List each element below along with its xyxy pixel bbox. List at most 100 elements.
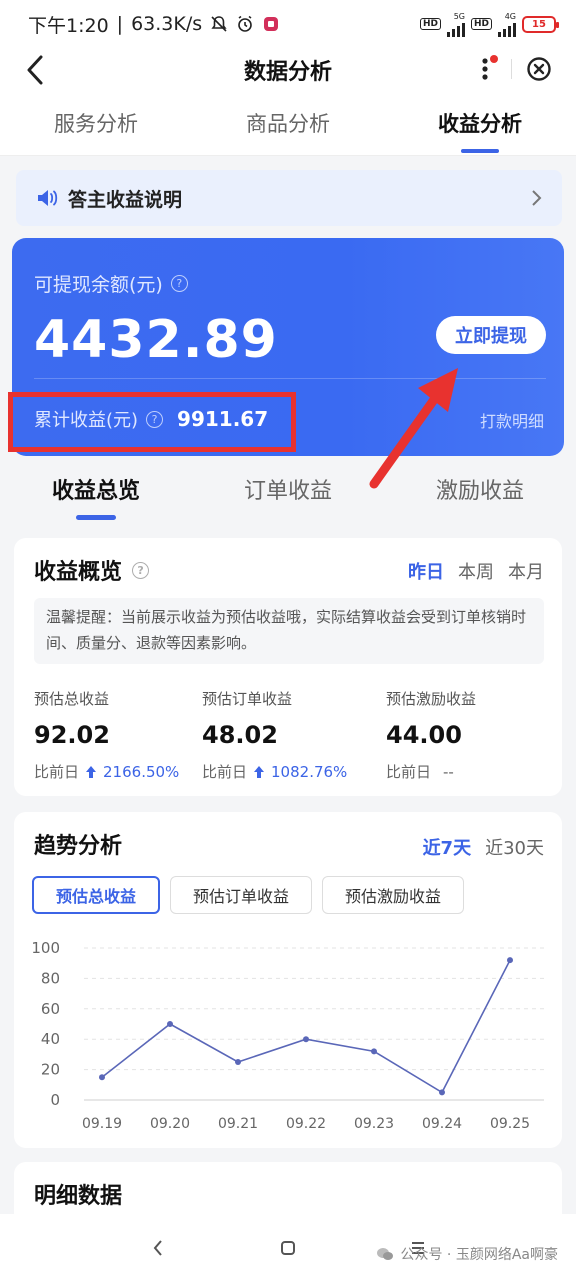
signal-bars-icon-2 — [498, 21, 516, 37]
withdraw-button[interactable]: 立即提现 — [436, 316, 546, 354]
back-button[interactable] — [20, 52, 50, 88]
miniapp-capsule — [464, 50, 560, 88]
revenue-notice-banner[interactable]: 答主收益说明 — [16, 170, 562, 226]
status-bar: 下午1:20 | 63.3K/s HD 5G HD 4G 15 — [0, 0, 576, 48]
tab-service-analysis[interactable]: 服务分析 — [0, 92, 192, 155]
main-tabs: 服务分析 商品分析 收益分析 — [0, 92, 576, 156]
metric-order-revenue[interactable]: 预估订单收益 — [170, 876, 313, 914]
compare-change: 1082.76% — [271, 762, 348, 781]
payment-detail-link[interactable]: 打款明细 — [480, 408, 544, 432]
top-nav: 数据分析 — [0, 48, 576, 92]
overview-title: 收益概览 — [34, 560, 123, 585]
stat-order: 预估订单收益 48.02 比前日 1082.76% — [202, 688, 347, 782]
period-7-days[interactable]: 近7天 — [423, 834, 472, 860]
y-tick-label: 40 — [41, 1030, 60, 1048]
close-circle-icon — [527, 57, 551, 81]
revenue-overview-card: 收益概览 ? 昨日 本周 本月 温馨提醒：当前展示收益为预估收益哦，实际结算收益… — [14, 538, 562, 796]
stat-value: 44.00 — [386, 721, 462, 749]
tab-product-analysis[interactable]: 商品分析 — [192, 92, 384, 155]
metric-total-revenue[interactable]: 预估总收益 — [32, 876, 161, 914]
balance-label: 可提现余额(元) — [34, 274, 163, 296]
metric-incentive-revenue[interactable]: 预估激励收益 — [322, 876, 465, 914]
trend-chart: 0 20 40 60 80 100 09.19 09.20 09.21 09.22 09.23 09.… — [14, 930, 562, 1144]
compare-label: 比前日 — [34, 763, 80, 781]
data-point — [303, 1036, 309, 1043]
hd-badge-2: HD — [470, 18, 492, 30]
tab-revenue-analysis[interactable]: 收益分析 — [384, 92, 576, 155]
arrow-up-icon — [254, 765, 265, 778]
nav-home-icon — [281, 1241, 295, 1255]
stat-value: 92.02 — [34, 721, 110, 749]
compare-change: -- — [443, 762, 454, 781]
chevron-right-icon — [532, 190, 542, 206]
status-net-speed: 63.3K/s — [131, 13, 203, 35]
stat-total: 预估总收益 92.02 比前日 2166.50% — [34, 688, 179, 782]
y-tick-label: 80 — [41, 969, 60, 987]
close-button[interactable] — [524, 54, 554, 84]
nav-home-button[interactable] — [274, 1234, 302, 1262]
status-separator: | — [116, 13, 124, 35]
red-dot-badge — [489, 55, 498, 63]
mute-bell-icon — [210, 15, 228, 33]
x-tick-label: 09.23 — [354, 1116, 394, 1132]
overview-stats: 预估总收益 92.02 比前日 2166.50% 预估订单收益 48.02 比前… — [34, 688, 544, 788]
x-tick-label: 09.22 — [286, 1116, 326, 1132]
compare-label: 比前日 — [386, 763, 432, 781]
tab-revenue-overview[interactable]: 收益总览 — [0, 462, 192, 526]
x-tick-label: 09.24 — [422, 1116, 462, 1132]
app-notification-icon — [262, 15, 280, 33]
signal-4g: 4G — [498, 12, 516, 37]
data-point — [439, 1089, 445, 1096]
tab-order-revenue[interactable]: 订单收益 — [192, 462, 384, 526]
battery-level: 15 — [532, 18, 546, 30]
trend-header: 趋势分析 — [34, 828, 122, 860]
x-tick-label: 09.21 — [218, 1116, 258, 1132]
x-tick-label: 09.20 — [150, 1116, 190, 1132]
status-time: 下午1:20 — [28, 14, 109, 37]
hd-badge: HD — [419, 18, 441, 30]
nav-back-button[interactable] — [144, 1234, 172, 1262]
y-tick-label: 0 — [50, 1091, 60, 1109]
overview-period-selector: 昨日 本周 本月 — [408, 558, 544, 584]
trend-line-chart: 0 20 40 60 80 100 09.19 09.20 09.21 09.22 09.23 09.… — [31, 939, 544, 1132]
stat-compare: 比前日 2166.50% — [34, 761, 179, 782]
stat-label: 预估总收益 — [34, 690, 110, 708]
alarm-icon — [236, 15, 254, 33]
detail-header: 明细数据 — [34, 1178, 122, 1210]
stat-compare: 比前日 1082.76% — [202, 761, 347, 782]
y-tick-label: 100 — [31, 939, 60, 957]
period-this-week[interactable]: 本周 — [458, 558, 494, 584]
more-options-button[interactable] — [470, 54, 500, 84]
data-point — [99, 1074, 105, 1081]
network-4g-label: 4G — [504, 11, 516, 21]
capsule-divider — [511, 59, 513, 79]
data-point — [371, 1048, 377, 1055]
tab-incentive-revenue[interactable]: 激励收益 — [384, 462, 576, 526]
signal-5g: 5G — [446, 12, 465, 37]
page-title: 数据分析 — [243, 60, 332, 85]
arrow-up-icon — [86, 765, 97, 778]
overview-header: 收益概览 ? — [34, 554, 150, 586]
stat-value: 48.02 — [202, 721, 278, 749]
balance-label-row: 可提现余额(元) ? — [34, 270, 188, 297]
signal-bars-icon — [446, 21, 465, 37]
data-point — [167, 1021, 173, 1027]
period-yesterday[interactable]: 昨日 — [408, 558, 444, 584]
nav-back-icon — [153, 1240, 162, 1256]
x-tick-label: 09.19 — [82, 1116, 122, 1132]
trend-period-selector: 近7天 近30天 — [423, 834, 544, 860]
series-line — [101, 959, 511, 1094]
trend-analysis-card: 趋势分析 近7天 近30天 预估总收益 预估订单收益 预估激励收益 0 20 40 6… — [14, 812, 562, 1148]
compare-change: 2166.50% — [103, 762, 180, 781]
stat-incentive: 预估激励收益 44.00 比前日 -- — [386, 688, 476, 782]
x-tick-label: 09.25 — [490, 1116, 530, 1132]
help-icon[interactable]: ? — [170, 275, 188, 292]
data-point — [235, 1059, 241, 1065]
overview-help-icon[interactable]: ? — [132, 561, 150, 579]
stat-compare: 比前日 -- — [386, 761, 476, 782]
wechat-icon — [377, 1248, 394, 1260]
period-this-month[interactable]: 本月 — [508, 558, 544, 584]
stat-label: 预估订单收益 — [202, 690, 293, 708]
trend-title: 趋势分析 — [34, 834, 123, 859]
period-30-days[interactable]: 近30天 — [485, 834, 544, 860]
